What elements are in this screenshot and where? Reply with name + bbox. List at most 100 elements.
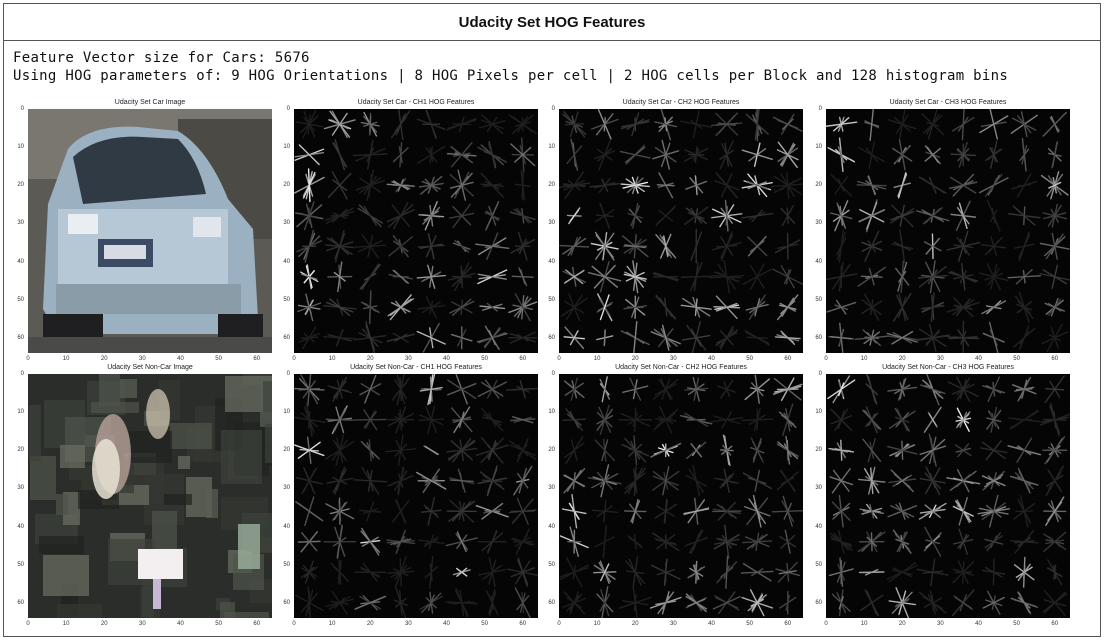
x-tick-label: 40 bbox=[177, 356, 184, 362]
y-tick-label: 40 bbox=[815, 258, 822, 265]
panel-7: Udacity Set Non-Car - CH2 HOG Features 0 1… bbox=[535, 364, 809, 634]
x-tick-label: 30 bbox=[405, 621, 412, 627]
y-tick-label: 10 bbox=[815, 144, 822, 151]
y-tick-label: 0 bbox=[551, 106, 555, 112]
y-tick-label: 0 bbox=[20, 371, 24, 377]
y-tick-label: 0 bbox=[20, 106, 24, 112]
x-tick-label: 20 bbox=[100, 621, 108, 627]
y-tick-label: 50 bbox=[283, 561, 290, 568]
y-tick-label: 60 bbox=[815, 334, 822, 341]
x-tick-label: 50 bbox=[1013, 621, 1020, 627]
y-tick-label: 50 bbox=[815, 296, 822, 303]
x-tick-label: 10 bbox=[593, 621, 601, 627]
x-tick-label: 0 bbox=[824, 621, 828, 627]
car-image bbox=[28, 109, 272, 353]
panel-4: Udacity Set Car - CH3 HOG Features 0 10 20 3… bbox=[802, 99, 1076, 369]
x-tick-label: 20 bbox=[631, 621, 639, 627]
y-tick-label: 40 bbox=[815, 523, 822, 530]
y-tick-label: 20 bbox=[283, 182, 290, 189]
x-tick-label: 0 bbox=[26, 356, 30, 362]
x-tick-label: 50 bbox=[481, 621, 488, 627]
y-tick-label: 10 bbox=[548, 144, 555, 151]
x-tick-label: 0 bbox=[557, 356, 561, 362]
x-tick-label: 40 bbox=[975, 356, 982, 362]
x-tick-label: 50 bbox=[1013, 356, 1020, 362]
x-tick-label: 30 bbox=[937, 356, 944, 362]
panel-title: Udacity Set Non-Car - CH2 HOG Features bbox=[615, 364, 747, 371]
panel-title: Udacity Set Car - CH2 HOG Features bbox=[622, 99, 740, 106]
y-tick-label: 30 bbox=[17, 220, 24, 227]
x-tick-label: 60 bbox=[253, 356, 261, 362]
hog-feature-image bbox=[294, 109, 538, 353]
y-tick-label: 60 bbox=[283, 334, 290, 341]
x-tick-label: 40 bbox=[443, 621, 450, 627]
panel-3: Udacity Set Car - CH2 HOG Features 0 10 20 3… bbox=[535, 99, 809, 369]
x-tick-label: 60 bbox=[784, 356, 792, 362]
feature-vector-size-text: Feature Vector size for Cars: 5676 bbox=[13, 50, 310, 66]
y-tick-label: 50 bbox=[283, 296, 290, 303]
y-tick-label: 60 bbox=[283, 599, 290, 606]
x-tick-label: 40 bbox=[177, 621, 184, 627]
y-tick-label: 60 bbox=[548, 599, 555, 606]
x-tick-label: 50 bbox=[746, 621, 753, 627]
y-tick-label: 0 bbox=[818, 106, 822, 112]
y-tick-label: 50 bbox=[548, 561, 555, 568]
y-tick-label: 0 bbox=[286, 106, 290, 112]
y-tick-label: 60 bbox=[815, 599, 822, 606]
hog-parameters-text: Using HOG parameters of: 9 HOG Orientati… bbox=[13, 68, 1009, 84]
y-tick-label: 0 bbox=[551, 371, 555, 377]
panel-6: Udacity Set Non-Car - CH1 HOG Features 0 1… bbox=[270, 364, 544, 634]
panel-5: Udacity Set Non-Car Image 0 10 20 30 40 50 60 0 1… bbox=[4, 364, 278, 634]
y-tick-label: 30 bbox=[283, 485, 290, 492]
hog-feature-image bbox=[559, 374, 803, 618]
y-tick-label: 20 bbox=[548, 182, 555, 189]
y-tick-label: 50 bbox=[815, 561, 822, 568]
y-tick-label: 30 bbox=[548, 220, 555, 227]
y-tick-label: 30 bbox=[283, 220, 290, 227]
panel-8: Udacity Set Non-Car - CH3 HOG Features 0 1… bbox=[802, 364, 1076, 634]
y-tick-label: 40 bbox=[548, 258, 555, 265]
y-tick-label: 40 bbox=[283, 523, 290, 530]
x-tick-label: 10 bbox=[860, 356, 868, 362]
y-tick-label: 20 bbox=[548, 447, 555, 454]
y-tick-label: 10 bbox=[283, 409, 290, 416]
x-tick-label: 60 bbox=[519, 356, 527, 362]
x-tick-label: 30 bbox=[139, 356, 146, 362]
y-tick-label: 60 bbox=[17, 334, 24, 341]
panel-title: Udacity Set Non-Car Image bbox=[107, 364, 193, 371]
x-tick-label: 40 bbox=[975, 621, 982, 627]
y-tick-label: 0 bbox=[818, 371, 822, 377]
panel-title: Udacity Set Car - CH1 HOG Features bbox=[357, 99, 475, 106]
y-tick-label: 20 bbox=[815, 447, 822, 454]
panel-title: Udacity Set Non-Car - CH1 HOG Features bbox=[350, 364, 482, 371]
x-tick-label: 10 bbox=[62, 356, 70, 362]
y-tick-label: 10 bbox=[548, 409, 555, 416]
x-tick-label: 10 bbox=[860, 621, 868, 627]
y-tick-label: 20 bbox=[815, 182, 822, 189]
x-tick-label: 0 bbox=[292, 356, 296, 362]
x-tick-label: 30 bbox=[405, 356, 412, 362]
x-tick-label: 60 bbox=[1051, 356, 1059, 362]
y-tick-label: 40 bbox=[17, 258, 24, 265]
figure-title: Udacity Set HOG Features bbox=[4, 4, 1100, 41]
panel-1: Udacity Set Car Image 0 10 20 30 40 50 60 0 10 20 3… bbox=[4, 99, 278, 369]
x-tick-label: 0 bbox=[26, 621, 30, 627]
x-tick-label: 30 bbox=[670, 621, 677, 627]
x-tick-label: 20 bbox=[366, 356, 374, 362]
panel-title: Udacity Set Car Image bbox=[114, 99, 186, 106]
x-tick-label: 10 bbox=[62, 621, 70, 627]
y-tick-label: 60 bbox=[548, 334, 555, 341]
x-tick-label: 40 bbox=[443, 356, 450, 362]
y-tick-label: 30 bbox=[17, 485, 24, 492]
y-tick-label: 40 bbox=[283, 258, 290, 265]
y-tick-label: 60 bbox=[17, 599, 24, 606]
panel-title: Udacity Set Non-Car - CH3 HOG Features bbox=[882, 364, 1014, 371]
y-tick-label: 30 bbox=[548, 485, 555, 492]
x-tick-label: 50 bbox=[215, 621, 222, 627]
x-tick-label: 20 bbox=[898, 621, 906, 627]
x-tick-label: 10 bbox=[593, 356, 601, 362]
non-car-image bbox=[28, 374, 272, 618]
x-tick-label: 50 bbox=[215, 356, 222, 362]
y-tick-label: 20 bbox=[283, 447, 290, 454]
y-tick-label: 10 bbox=[815, 409, 822, 416]
